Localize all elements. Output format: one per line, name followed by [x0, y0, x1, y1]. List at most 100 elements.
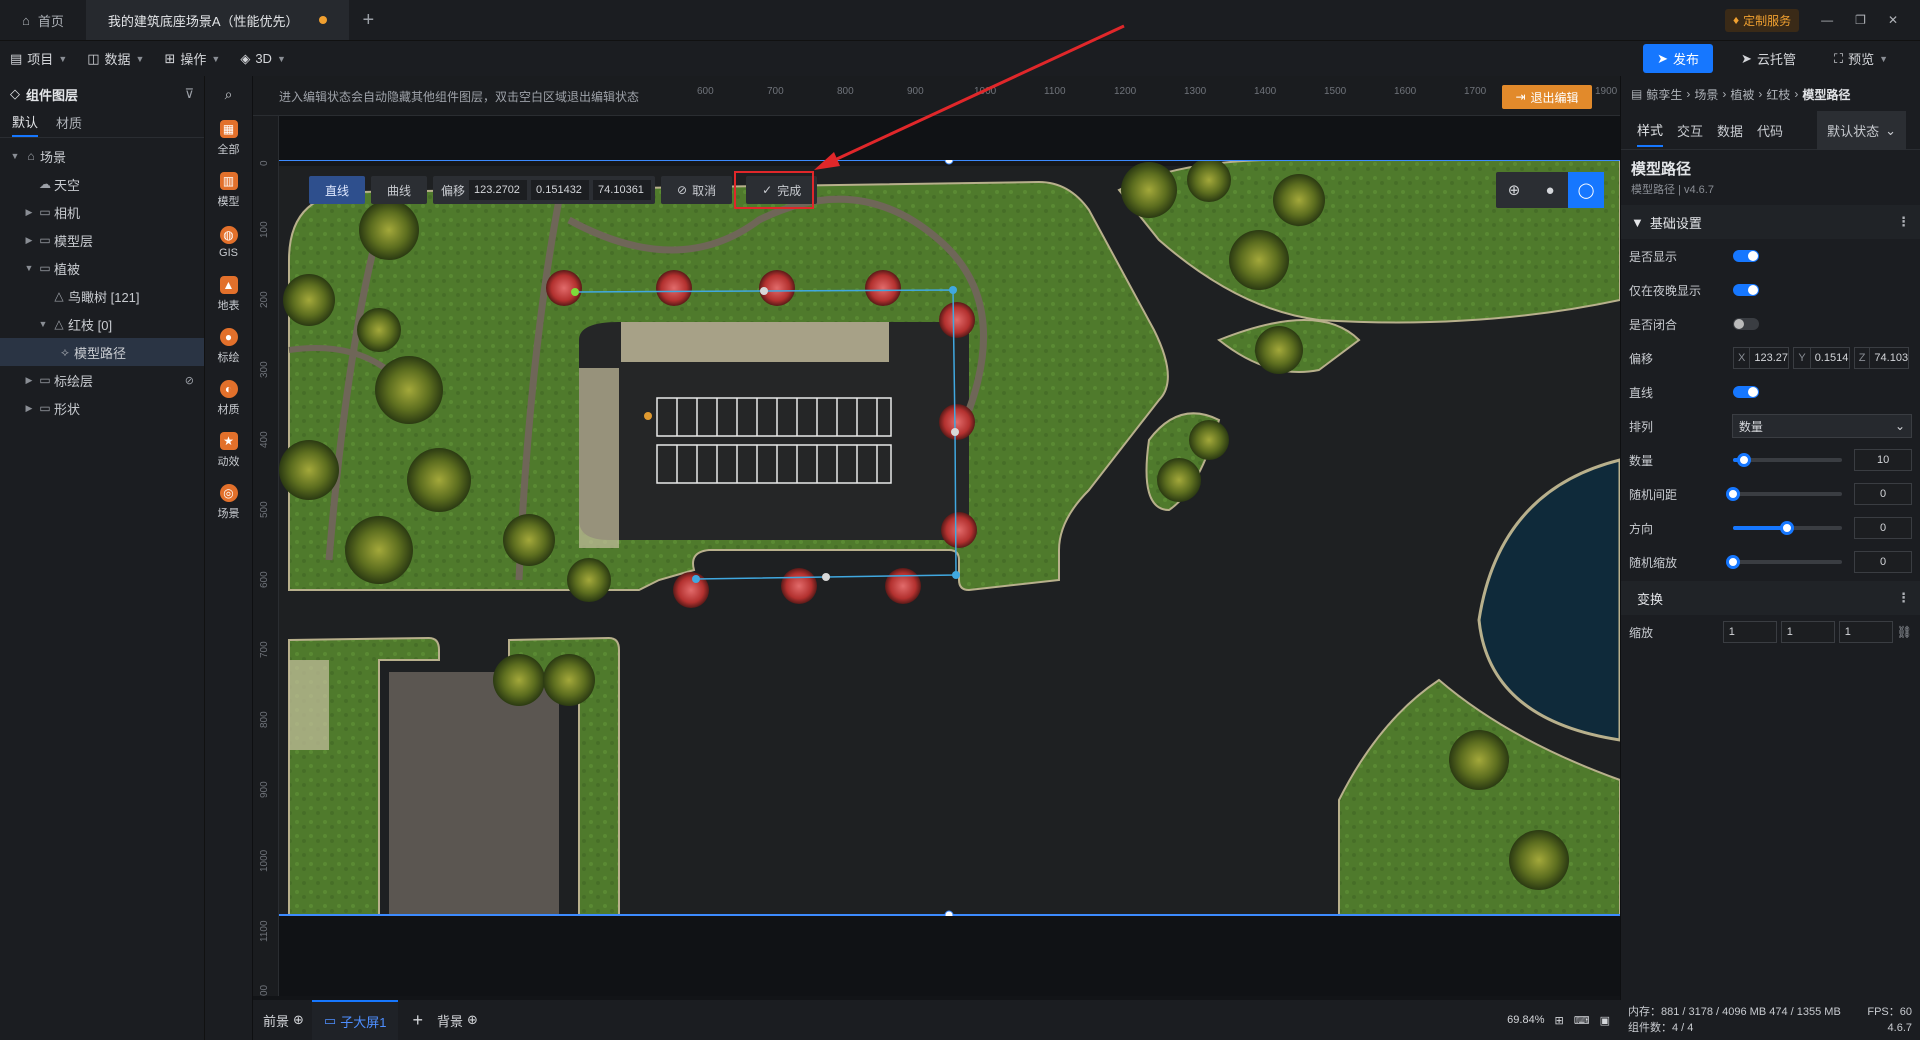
offset-z-field[interactable]: Z 74.103(	[1853, 347, 1910, 369]
straight-line-button[interactable]: 直线	[309, 176, 366, 204]
section-basic-settings[interactable]: ▼ 基础设置 ⋮	[1621, 205, 1920, 239]
random-gap-input[interactable]: 0	[1854, 483, 1912, 505]
publish-button[interactable]: ➤ 发布	[1643, 44, 1714, 73]
scale-x-input[interactable]: 1	[1722, 621, 1777, 643]
chevron-right-icon[interactable]: ▶	[22, 235, 36, 246]
visible-toggle[interactable]	[1733, 250, 1759, 262]
filter-icon[interactable]: ⊽	[184, 86, 194, 102]
breadcrumb-item[interactable]: 场景	[1694, 86, 1718, 103]
link-icon[interactable]: ⛓	[1897, 625, 1912, 639]
orbit-view-icon[interactable]: ◯	[1568, 172, 1604, 208]
closed-toggle[interactable]	[1733, 318, 1759, 330]
close-icon[interactable]: ✕	[1888, 13, 1898, 27]
curve-line-button[interactable]: 曲线	[371, 176, 428, 204]
tab-style[interactable]: 样式	[1637, 114, 1664, 147]
add-screen-button[interactable]: +	[406, 1010, 429, 1031]
tool-scene[interactable]: ◎ 场景	[205, 476, 252, 528]
tree-node-scene[interactable]: ▼ ⌂ 场景	[0, 142, 204, 170]
eye-off-icon[interactable]: ⊘	[185, 374, 194, 387]
screen-tab-1[interactable]: ▭ 子大屏1	[311, 1000, 399, 1040]
state-select[interactable]: 默认状态 ⌄	[1817, 111, 1906, 150]
offset-x-input[interactable]: 123.2702	[469, 180, 528, 200]
tool-all[interactable]: ▦ 全部	[205, 112, 252, 164]
count-input[interactable]: 10	[1854, 449, 1912, 471]
chevron-down-icon[interactable]: ▼	[22, 263, 36, 273]
chevron-right-icon[interactable]: ▶	[22, 375, 36, 386]
cancel-button[interactable]: ⊘ 取消	[661, 176, 733, 204]
chevron-down-icon[interactable]: ▼	[8, 151, 22, 161]
tab-data[interactable]: 数据	[1717, 115, 1743, 146]
tool-material[interactable]: ◐ 材质	[205, 372, 252, 424]
offset-y-input[interactable]: 0.151432	[531, 180, 590, 200]
scale-z-input[interactable]: 1	[1838, 621, 1893, 643]
background-button[interactable]: 背景 ⊕	[437, 1011, 478, 1030]
tab-home[interactable]: ⌂ 首页	[0, 0, 86, 40]
menu-project[interactable]: ▤ 项目 ▼	[0, 49, 77, 68]
add-circle-icon[interactable]: ⊕	[467, 1012, 478, 1028]
offset-z-input[interactable]: 74.10361	[593, 180, 652, 200]
tab-code[interactable]: 代码	[1757, 115, 1783, 146]
slider-knob[interactable]	[1725, 555, 1740, 569]
tree-node-shape[interactable]: ▶ ▭ 形状	[0, 394, 204, 422]
tree-node-sky[interactable]: ☁ 天空	[0, 170, 204, 198]
keyboard-icon[interactable]: ⌨	[1574, 1014, 1590, 1027]
fit-screen-icon[interactable]: ⊞	[1554, 1014, 1563, 1027]
random-scale-slider[interactable]	[1725, 555, 1843, 569]
cloud-host-button[interactable]: ➤ 云托管	[1731, 49, 1806, 68]
tree-node-vegetation[interactable]: ▼ ▭ 植被	[0, 254, 204, 282]
breadcrumb-item[interactable]: 鲸孪生	[1646, 86, 1682, 103]
exit-edit-button[interactable]: ⇥ 退出编辑	[1502, 85, 1592, 109]
count-slider[interactable]	[1732, 453, 1843, 467]
tool-model[interactable]: ▥ 模型	[205, 164, 252, 216]
chevron-right-icon[interactable]: ▶	[22, 207, 36, 218]
tab-interaction[interactable]: 交互	[1677, 115, 1703, 146]
breadcrumb-item[interactable]: 红枝	[1766, 86, 1790, 103]
direction-slider[interactable]	[1732, 521, 1843, 535]
random-gap-slider[interactable]	[1725, 487, 1843, 501]
tab-document[interactable]: 我的建筑底座场景A（性能优先）	[85, 0, 349, 40]
tool-terrain[interactable]: ▲ 地表	[205, 268, 252, 320]
scene-viewport[interactable]	[279, 160, 1620, 916]
section-transform[interactable]: 变换 ⋮	[1621, 581, 1920, 615]
new-tab-button[interactable]: +	[349, 0, 389, 40]
menu-operate[interactable]: ⊞ 操作 ▼	[154, 49, 230, 68]
offset-x-field[interactable]: X 123.27(	[1733, 347, 1790, 369]
direction-input[interactable]: 0	[1854, 517, 1912, 539]
tab-material[interactable]: 材质	[56, 113, 82, 136]
slider-knob[interactable]	[1725, 487, 1740, 501]
slider-knob[interactable]	[1780, 521, 1795, 535]
tree-node-plot-layer[interactable]: ▶ ▭ 标绘层 ⊘	[0, 366, 204, 394]
menu-data[interactable]: ◫ 数据 ▼	[77, 49, 154, 68]
globe-view-icon[interactable]: ⊕	[1496, 172, 1532, 208]
arrange-select[interactable]: 数量 ⌄	[1731, 414, 1912, 438]
scale-y-input[interactable]: 1	[1780, 621, 1835, 643]
chevron-down-icon[interactable]: ▼	[36, 319, 50, 329]
more-icon[interactable]: ⋮	[1897, 214, 1910, 230]
minimize-icon[interactable]: —	[1821, 13, 1833, 27]
tree-node-model-path[interactable]: ⟡ 模型路径	[0, 338, 204, 366]
foreground-button[interactable]: 前景 ⊕	[263, 1011, 304, 1030]
menu-3d[interactable]: ◈ 3D ▼	[230, 51, 296, 67]
tool-gis[interactable]: ◍ GIS	[205, 216, 252, 268]
night-only-toggle[interactable]	[1733, 284, 1759, 296]
search-button[interactable]: ⌕	[205, 76, 252, 112]
tree-node-aerial-tree[interactable]: △ 鸟瞰树 [121]	[0, 282, 204, 310]
tool-plot[interactable]: ● 标绘	[205, 320, 252, 372]
sphere-view-icon[interactable]: ●	[1532, 172, 1568, 208]
terminal-icon[interactable]: ▣	[1600, 1014, 1610, 1027]
more-icon[interactable]: ⋮	[1897, 590, 1910, 606]
random-scale-input[interactable]: 0	[1854, 551, 1912, 573]
preview-button[interactable]: ⛶ 预览 ▼	[1824, 49, 1898, 68]
tree-node-model-layer[interactable]: ▶ ▭ 模型层	[0, 226, 204, 254]
offset-y-field[interactable]: Y 0.1514:	[1793, 347, 1850, 369]
add-circle-icon[interactable]: ⊕	[293, 1012, 304, 1028]
breadcrumb-item[interactable]: 植被	[1730, 86, 1754, 103]
chevron-right-icon[interactable]: ▶	[22, 403, 36, 414]
straight-toggle[interactable]	[1733, 386, 1759, 398]
tree-node-red-branch[interactable]: ▼ △ 红枝 [0]	[0, 310, 204, 338]
tree-node-camera[interactable]: ▶ ▭ 相机	[0, 198, 204, 226]
tab-default[interactable]: 默认	[12, 112, 39, 137]
custom-service-button[interactable]: ♦ 定制服务	[1725, 8, 1800, 32]
tool-effects[interactable]: ★ 动效	[205, 424, 252, 476]
slider-knob[interactable]	[1736, 453, 1751, 467]
